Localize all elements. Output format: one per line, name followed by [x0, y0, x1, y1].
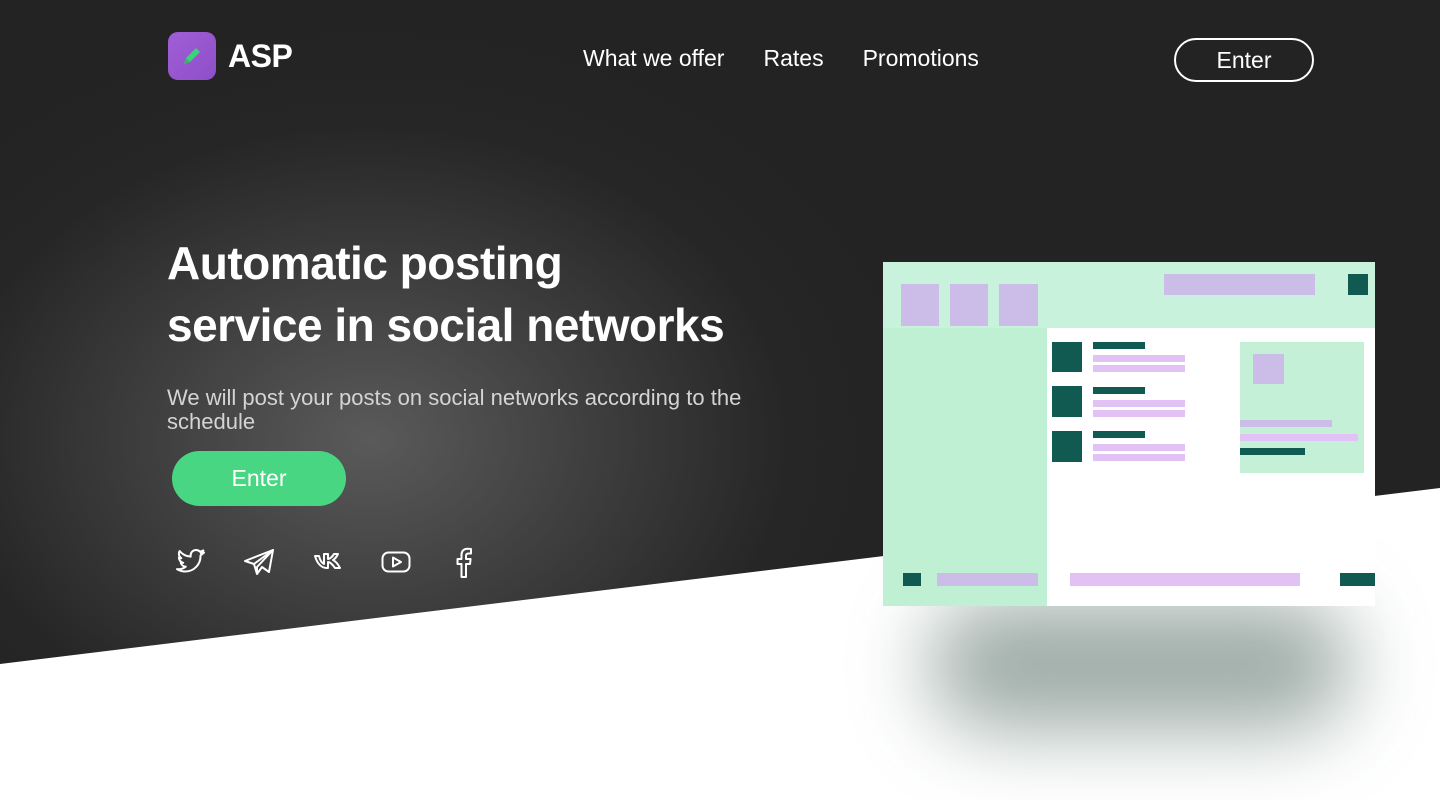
mockup-post-thumb [1052, 342, 1082, 372]
cta-enter-button[interactable]: Enter [172, 451, 346, 506]
hero-subtitle: We will post your posts on social networ… [167, 385, 742, 434]
vk-icon[interactable] [311, 544, 345, 580]
mockup-profile-line [1240, 448, 1305, 455]
twitter-icon[interactable] [174, 544, 208, 580]
mockup-send-button [1340, 573, 1375, 586]
mockup-tile [901, 284, 939, 326]
logo[interactable]: ASP [168, 32, 293, 80]
telegram-icon[interactable] [242, 544, 276, 580]
app-mockup [883, 262, 1375, 606]
mockup-post-thumb [1052, 386, 1082, 417]
mockup-avatar [1348, 274, 1368, 295]
mockup-post-line [1093, 355, 1185, 362]
nav-item-what-we-offer[interactable]: What we offer [583, 43, 724, 73]
mockup-post-line [1093, 410, 1185, 417]
nav-item-rates[interactable]: Rates [763, 43, 823, 73]
mockup-footer-icon [903, 573, 921, 586]
mockup-post-title [1093, 342, 1145, 349]
mockup-post-thumb [1052, 431, 1082, 462]
mockup-sidebar [883, 328, 1047, 606]
mockup-post-line [1093, 454, 1185, 461]
mockup-shadow [930, 600, 1350, 730]
mockup-post-title [1093, 431, 1145, 438]
header-enter-button[interactable]: Enter [1174, 38, 1314, 82]
youtube-icon[interactable] [379, 544, 413, 580]
mockup-tile [950, 284, 988, 326]
mockup-profile-line [1240, 420, 1332, 427]
mockup-profile-line [1240, 434, 1358, 441]
main-nav: What we offer Rates Promotions [583, 43, 979, 73]
mockup-post-line [1093, 400, 1185, 407]
mockup-post-line [1093, 444, 1185, 451]
hero-title-line-2: service in social networks [167, 299, 725, 351]
mockup-profile-photo [1253, 354, 1284, 384]
mockup-search-bar [1164, 274, 1315, 295]
mockup-tile [999, 284, 1038, 326]
facebook-icon[interactable] [447, 544, 481, 580]
mockup-footer-bar [937, 573, 1038, 586]
hero-title: Automatic posting service in social netw… [167, 232, 807, 356]
mockup-input-bar [1070, 573, 1300, 586]
brand-name: ASP [228, 37, 293, 74]
nav-item-promotions[interactable]: Promotions [863, 43, 979, 73]
pencil-icon [168, 32, 216, 80]
mockup-post-title [1093, 387, 1145, 394]
hero-title-line-1: Automatic posting [167, 237, 563, 289]
mockup-post-line [1093, 365, 1185, 372]
